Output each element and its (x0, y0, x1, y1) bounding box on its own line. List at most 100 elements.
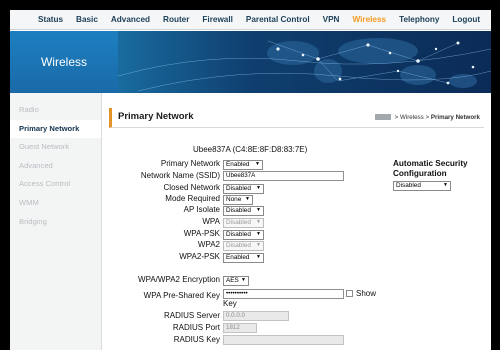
ap-isolate-value: Disabled (226, 207, 251, 214)
dropdown-arrow-icon: ▼ (245, 196, 250, 202)
wpa-value: Disabled (226, 219, 251, 226)
auto-security-select[interactable]: Disabled ▼ (393, 181, 451, 191)
nav-status[interactable]: Status (38, 15, 63, 24)
world-network-graphic (118, 38, 491, 92)
sidebar-item-wmm[interactable]: WMM (10, 194, 101, 213)
wpa-label: WPA (202, 217, 220, 226)
radius-server-row: RADIUS Server (102, 311, 220, 322)
wpa-psk-value: Disabled (226, 231, 251, 238)
nav-logout[interactable]: Logout (452, 15, 480, 24)
breadcrumb-section[interactable]: Wireless (400, 114, 424, 121)
dropdown-arrow-icon: ▼ (256, 231, 261, 237)
radius-port-input[interactable]: 1812 (223, 323, 257, 333)
auto-security-title: Automatic Security Configuration (393, 159, 468, 178)
section-banner: Wireless (10, 31, 491, 93)
wpa2-psk-row: WPA2-PSK (102, 252, 220, 263)
auto-security-value: Disabled (396, 182, 421, 189)
ap-isolate-label: AP Isolate (183, 205, 220, 214)
page-title: Primary Network (118, 111, 194, 122)
dropdown-arrow-icon: ▼ (255, 161, 260, 167)
nav-parental-control[interactable]: Parental Control (246, 15, 310, 24)
encryption-row: WPA/WPA2 Encryption (102, 275, 220, 286)
nav-router[interactable]: Router (163, 15, 189, 24)
show-key-label-suffix: Key (223, 299, 237, 308)
wpa2-select[interactable]: Disabled ▼ (223, 241, 264, 251)
main-panel: Primary Network > Wireless > Primary Net… (102, 93, 491, 350)
ssid-row: Network Name (SSID) (102, 171, 220, 182)
breadcrumb-separator: > (425, 114, 430, 121)
wpa2-psk-value: Enabled (226, 254, 250, 261)
dropdown-arrow-icon: ▼ (256, 185, 261, 191)
closed-network-label: Closed Network (163, 183, 220, 192)
encryption-value: AES (226, 277, 239, 284)
banner-title: Wireless (10, 31, 118, 93)
wpa2-row: WPA2 (102, 240, 220, 251)
wpa2-label: WPA2 (197, 240, 220, 249)
wpa2-psk-label: WPA2-PSK (179, 252, 220, 261)
encryption-select[interactable]: AES ▼ (223, 276, 249, 286)
nav-telephony[interactable]: Telephony (399, 15, 439, 24)
wpa-select[interactable]: Disabled ▼ (223, 218, 264, 228)
mode-required-label: Mode Required (165, 194, 220, 203)
sidebar-item-advanced[interactable]: Advanced (10, 157, 101, 176)
psk-input[interactable]: •••••••••• (223, 289, 344, 299)
primary-network-select[interactable]: Enabled ▼ (223, 160, 263, 170)
breadcrumb: > Wireless > Primary Network (374, 114, 480, 121)
dropdown-arrow-icon: ▼ (256, 207, 261, 213)
primary-network-row: Primary Network (102, 159, 220, 170)
sidebar-item-access-control[interactable]: Access Control (10, 175, 101, 194)
nav-advanced[interactable]: Advanced (111, 15, 150, 24)
sidebar-item-radio[interactable]: Radio (10, 101, 101, 120)
radius-key-label: RADIUS Key (173, 335, 220, 344)
home-icon[interactable] (374, 114, 391, 121)
closed-network-value: Disabled (226, 185, 251, 192)
page-title-bar: Primary Network > Wireless > Primary Net… (109, 108, 484, 128)
nav-basic[interactable]: Basic (76, 15, 98, 24)
show-key-checkbox[interactable] (346, 290, 353, 297)
radius-port-label: RADIUS Port (172, 323, 220, 332)
encryption-label: WPA/WPA2 Encryption (138, 275, 220, 284)
sidebar-item-guest-network[interactable]: Guest Network (10, 138, 101, 157)
dropdown-arrow-icon: ▼ (256, 242, 261, 248)
mode-required-select[interactable]: None ▼ (223, 195, 253, 205)
wpa2-psk-select[interactable]: Enabled ▼ (223, 253, 264, 263)
mode-required-row: Mode Required (102, 194, 220, 205)
ap-isolate-select[interactable]: Disabled ▼ (223, 206, 264, 216)
primary-network-value: Enabled (226, 161, 250, 168)
dropdown-arrow-icon: ▼ (241, 277, 246, 283)
dropdown-arrow-icon: ▼ (443, 182, 448, 188)
wpa-psk-row: WPA-PSK (102, 229, 220, 240)
sidebar: Radio Primary Network Guest Network Adva… (10, 93, 102, 350)
radius-key-input[interactable] (223, 335, 344, 345)
dropdown-arrow-icon: ▼ (256, 254, 261, 260)
primary-network-label: Primary Network (160, 159, 220, 168)
wpa-psk-label: WPA-PSK (183, 229, 220, 238)
nav-firewall[interactable]: Firewall (202, 15, 233, 24)
radius-server-input[interactable]: 0.0.0.0 (223, 311, 289, 321)
closed-network-select[interactable]: Disabled ▼ (223, 184, 264, 194)
radius-port-row: RADIUS Port (102, 323, 220, 334)
router-admin-window: Status Basic Advanced Router Firewall Pa… (10, 10, 491, 350)
breadcrumb-separator: > (394, 114, 399, 121)
ssid-label: Network Name (SSID) (140, 171, 220, 180)
nav-vpn[interactable]: VPN (323, 15, 340, 24)
network-mac-heading: Ubee837A (C4:8E:8F:D8:83:7E) (193, 145, 308, 154)
psk-label: WPA Pre-Shared Key (143, 291, 220, 300)
breadcrumb-current: Primary Network (430, 114, 480, 121)
ap-isolate-row: AP Isolate (102, 205, 220, 216)
wpa-row: WPA (102, 217, 220, 228)
wpa-psk-select[interactable]: Disabled ▼ (223, 230, 264, 240)
sidebar-item-bridging[interactable]: Bridging (10, 213, 101, 232)
top-nav: Status Basic Advanced Router Firewall Pa… (10, 10, 491, 30)
radius-server-label: RADIUS Server (163, 311, 220, 320)
dropdown-arrow-icon: ▼ (256, 219, 261, 225)
wpa2-value: Disabled (226, 242, 251, 249)
ssid-input[interactable]: Ubee837A (223, 171, 344, 181)
nav-wireless[interactable]: Wireless (352, 15, 386, 24)
mode-required-value: None (226, 196, 242, 203)
psk-row: WPA Pre-Shared Key (102, 291, 220, 302)
radius-key-row: RADIUS Key (102, 335, 220, 346)
sidebar-item-primary-network[interactable]: Primary Network (10, 119, 101, 139)
closed-network-row: Closed Network (102, 183, 220, 194)
show-key-label: Show (356, 289, 377, 298)
